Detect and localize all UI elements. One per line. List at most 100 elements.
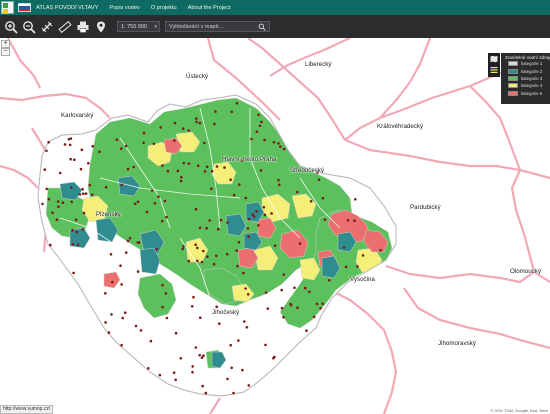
- reservoir-point[interactable]: [266, 307, 270, 310]
- reservoir-point[interactable]: [82, 211, 86, 215]
- reservoir-point[interactable]: [282, 147, 286, 151]
- reservoir-point[interactable]: [356, 265, 359, 268]
- reservoir-point[interactable]: [217, 227, 220, 231]
- reservoir-point[interactable]: [55, 218, 59, 221]
- reservoir-point[interactable]: [215, 165, 219, 168]
- zoom-in-button[interactable]: +: [1, 40, 10, 48]
- reservoir-point[interactable]: [321, 302, 324, 306]
- reservoir-point[interactable]: [163, 199, 167, 203]
- reservoir-point[interactable]: [155, 247, 158, 251]
- reservoir-point[interactable]: [142, 131, 146, 135]
- reservoir-point[interactable]: [194, 346, 198, 349]
- reservoir-point[interactable]: [245, 326, 249, 329]
- reservoir-point[interactable]: [353, 219, 356, 222]
- reservoir-point[interactable]: [104, 185, 108, 189]
- reservoir-point[interactable]: [282, 315, 285, 319]
- reservoir-point[interactable]: [321, 197, 325, 200]
- reservoir-point[interactable]: [247, 217, 251, 221]
- reservoir-point[interactable]: [215, 305, 218, 309]
- reservoir-point[interactable]: [120, 283, 123, 286]
- map-canvas[interactable]: Ústecký Liberecký Karlovarský Královéhra…: [0, 38, 550, 414]
- reservoir-point[interactable]: [124, 144, 128, 148]
- reservoir-point[interactable]: [246, 227, 250, 230]
- reservoir-point[interactable]: [78, 193, 82, 196]
- reservoir-point[interactable]: [136, 241, 140, 244]
- reservoir-point[interactable]: [49, 243, 52, 247]
- reservoir-point[interactable]: [147, 367, 150, 370]
- reservoir-point[interactable]: [187, 259, 191, 263]
- reservoir-point[interactable]: [126, 167, 130, 171]
- reservoir-point[interactable]: [257, 224, 260, 227]
- reservoir-point[interactable]: [223, 166, 226, 169]
- reservoir-point[interactable]: [344, 265, 348, 269]
- reservoir-point[interactable]: [133, 202, 137, 206]
- zoom-out-icon[interactable]: [21, 19, 37, 35]
- reservoir-point[interactable]: [210, 187, 213, 190]
- reservoir-point[interactable]: [145, 210, 149, 214]
- reservoir-point[interactable]: [70, 186, 73, 189]
- reservoir-point[interactable]: [263, 213, 267, 217]
- zoom-in-icon[interactable]: [3, 19, 19, 35]
- reservoir-point[interactable]: [194, 207, 198, 211]
- reservoir-point[interactable]: [68, 143, 72, 147]
- reservoir-point[interactable]: [251, 213, 254, 216]
- reservoir-point[interactable]: [180, 176, 183, 179]
- reservoir-point[interactable]: [57, 205, 60, 208]
- reservoir-point[interactable]: [205, 226, 208, 230]
- reservoir-point[interactable]: [61, 201, 65, 204]
- scale-select[interactable]: 1: 750 000 ▾: [117, 21, 160, 32]
- reservoir-point[interactable]: [153, 201, 157, 205]
- reservoir-point[interactable]: [164, 292, 168, 295]
- reservoir-point[interactable]: [166, 169, 170, 173]
- reservoir-point[interactable]: [259, 169, 263, 172]
- reservoir-point[interactable]: [304, 286, 307, 290]
- reservoir-point[interactable]: [226, 377, 229, 381]
- reservoir-point[interactable]: [312, 315, 316, 319]
- reservoir-point[interactable]: [236, 264, 239, 268]
- reservoir-point[interactable]: [187, 129, 191, 132]
- reservoir-point[interactable]: [323, 218, 327, 221]
- reservoir-point[interactable]: [293, 286, 296, 290]
- reservoir-point[interactable]: [74, 218, 78, 222]
- nav-link-about-en[interactable]: About the Project: [188, 5, 231, 11]
- reservoir-point[interactable]: [192, 295, 195, 299]
- reservoir-point[interactable]: [317, 178, 321, 181]
- reservoir-point[interactable]: [47, 141, 50, 144]
- reservoir-point[interactable]: [212, 262, 216, 266]
- reservoir-point[interactable]: [264, 343, 267, 347]
- reservoir-point[interactable]: [132, 165, 135, 169]
- reservoir-point[interactable]: [104, 292, 107, 295]
- reservoir-point[interactable]: [110, 313, 113, 316]
- reservoir-point[interactable]: [202, 354, 205, 358]
- reservoir-point[interactable]: [282, 273, 286, 276]
- reservoir-point[interactable]: [120, 147, 123, 150]
- reservoir-point[interactable]: [165, 316, 169, 320]
- reservoir-point[interactable]: [214, 110, 217, 113]
- reservoir-point[interactable]: [45, 187, 49, 191]
- reservoir-point[interactable]: [119, 264, 122, 267]
- reservoir-point[interactable]: [198, 121, 202, 125]
- reservoir-point[interactable]: [51, 211, 54, 214]
- reservoir-point[interactable]: [244, 287, 247, 290]
- reservoir-point[interactable]: [120, 343, 123, 347]
- reservoir-point[interactable]: [298, 242, 302, 245]
- reservoir-point[interactable]: [161, 164, 164, 167]
- reservoir-point[interactable]: [191, 365, 194, 368]
- reservoir-point[interactable]: [210, 169, 214, 173]
- reservoir-point[interactable]: [243, 320, 246, 323]
- reservoir-point[interactable]: [84, 192, 88, 195]
- layers-icon[interactable]: [488, 64, 500, 75]
- reservoir-point[interactable]: [208, 219, 211, 222]
- reservoir-point[interactable]: [230, 110, 234, 114]
- reservoir-point[interactable]: [111, 280, 114, 284]
- reservoir-point[interactable]: [120, 183, 124, 187]
- reservoir-point[interactable]: [258, 124, 262, 128]
- reservoir-point[interactable]: [126, 239, 130, 243]
- reservoir-point[interactable]: [277, 178, 280, 182]
- reservoir-point[interactable]: [76, 243, 80, 247]
- reservoir-point[interactable]: [196, 259, 199, 263]
- reservoir-point[interactable]: [277, 142, 280, 145]
- reservoir-point[interactable]: [43, 168, 47, 171]
- reservoir-point[interactable]: [172, 371, 176, 375]
- reservoir-point[interactable]: [255, 130, 259, 133]
